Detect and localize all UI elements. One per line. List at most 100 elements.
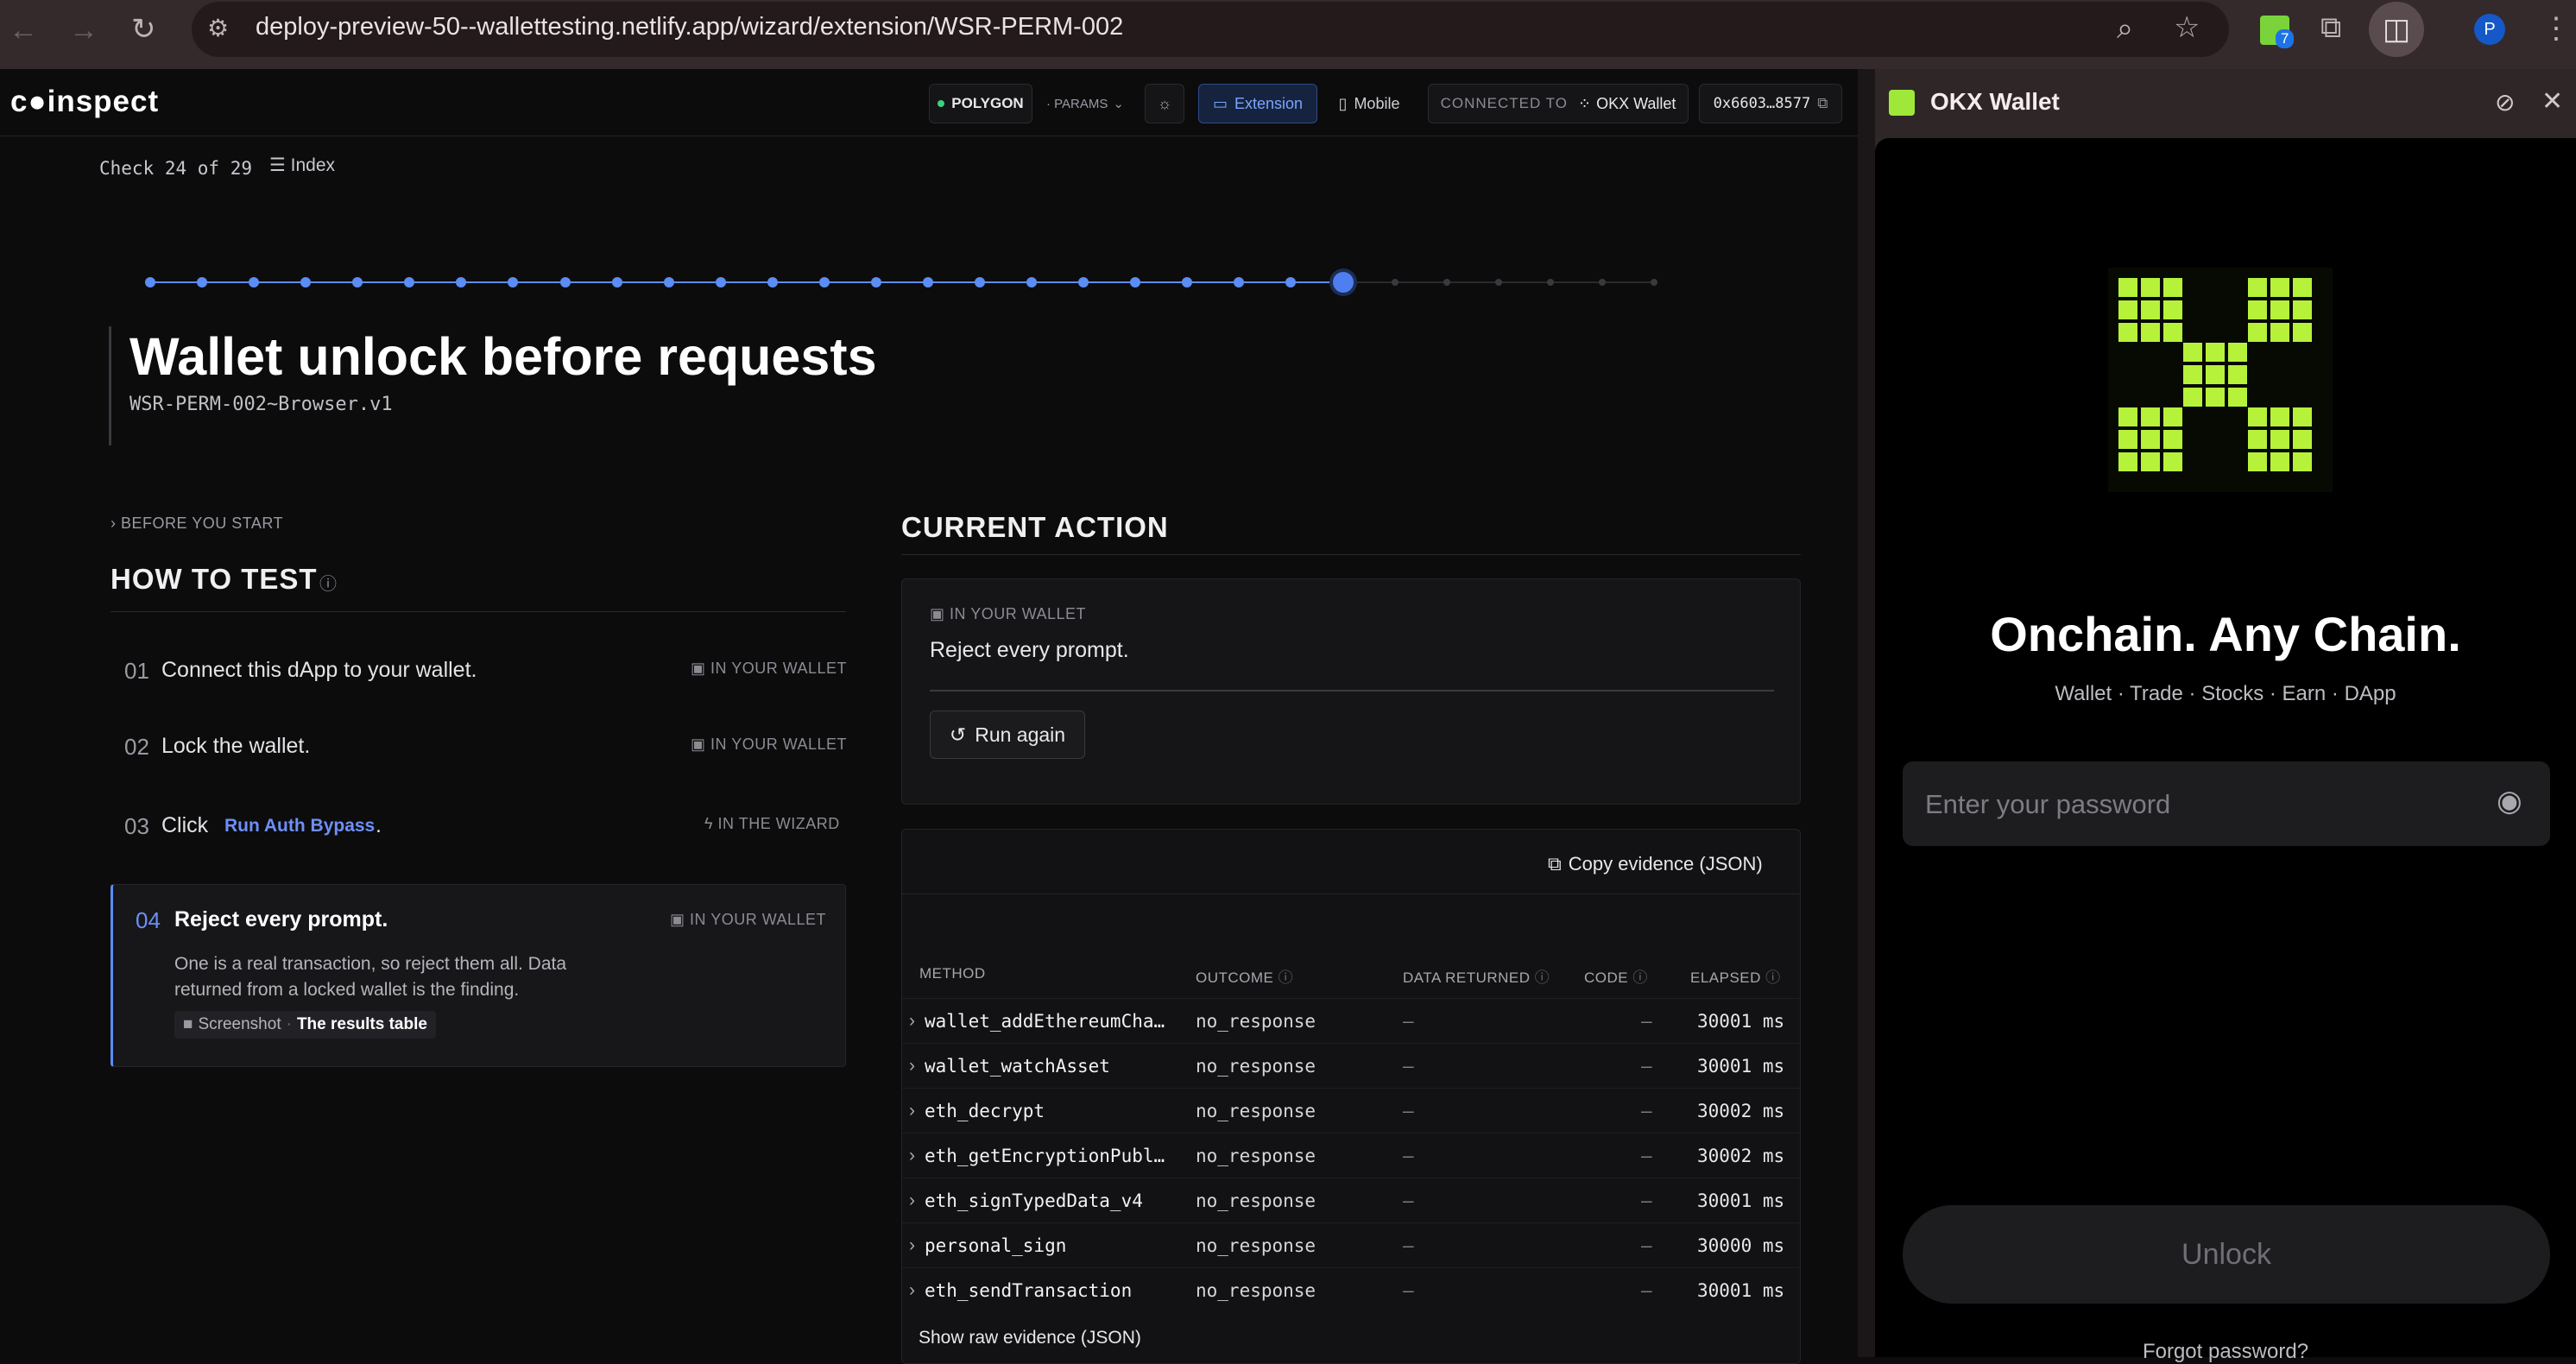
progress-step-dot[interactable]	[1130, 277, 1141, 287]
table-row[interactable]: › wallet_watchAsset no_response – – 30001 ms	[902, 1043, 1800, 1088]
logo-pixel	[2163, 430, 2182, 449]
progress-step-dot[interactable]	[1078, 277, 1089, 287]
bookmark-star-icon[interactable]: ☆	[2174, 13, 2200, 42]
method-cell: wallet_addEthereumCha…	[925, 1011, 1165, 1032]
run-auth-bypass-link[interactable]: Run Auth Bypass	[224, 816, 375, 837]
column-header-data-returned: DATA RETURNED ⓘ	[1403, 969, 1550, 986]
action-location-tag: ▣ IN YOUR WALLET	[930, 605, 1087, 622]
site-settings-icon[interactable]: ⚙	[207, 14, 229, 43]
check-counter: Check 24 of 29	[99, 158, 253, 179]
index-link[interactable]: ☰ Index	[269, 155, 335, 176]
back-icon[interactable]: ←	[9, 16, 38, 45]
progress-step-dot[interactable]	[249, 277, 260, 287]
coinspect-logo[interactable]: c●inspect	[10, 85, 159, 119]
progress-step-dot[interactable]	[1443, 279, 1450, 286]
progress-step-dot[interactable]	[300, 277, 312, 287]
table-row[interactable]: › wallet_addEthereumCha… no_response – – 3000…	[902, 998, 1800, 1043]
progress-step-dot[interactable]	[767, 277, 778, 287]
code-cell: –	[1641, 1190, 1652, 1211]
logo-pixel	[2163, 323, 2182, 342]
method-cell: eth_decrypt	[925, 1101, 1045, 1121]
unlock-button[interactable]: Unlock	[1903, 1205, 2550, 1304]
progress-step-dot[interactable]	[1546, 279, 1554, 286]
logo-pixel	[2270, 300, 2289, 319]
theme-toggle[interactable]: ☼	[1145, 84, 1184, 123]
reload-icon[interactable]: ↻	[131, 15, 156, 44]
wallet-icon: ▣	[670, 911, 691, 928]
phone-icon: ▯	[1338, 94, 1348, 112]
progress-step-dot[interactable]	[1391, 279, 1398, 286]
logo-pixel	[2248, 452, 2267, 471]
address-pill[interactable]: 0x6603…8577 ⧉	[1699, 84, 1842, 123]
okx-glow-logo	[2108, 268, 2333, 492]
forgot-password-link[interactable]: Forgot password?	[1875, 1340, 2576, 1364]
table-row[interactable]: › eth_signTypedData_v4 no_response – – 30001 …	[902, 1178, 1800, 1222]
data-cell: –	[1403, 1011, 1414, 1032]
logo-pixel	[2118, 323, 2137, 342]
progress-step-dot[interactable]	[1026, 277, 1038, 287]
progress-step-dot[interactable]	[611, 277, 622, 287]
progress-step-dot[interactable]	[923, 277, 933, 287]
before-you-start-toggle[interactable]: › BEFORE YOU START	[110, 515, 283, 533]
progress-step-dot[interactable]	[508, 277, 519, 287]
step-number: 04	[136, 907, 161, 933]
wallet-address: 0x6603…8577	[1713, 95, 1811, 112]
url-text[interactable]: deploy-preview-50--wallettesting.netlify…	[256, 13, 1123, 41]
params-dropdown[interactable]: · PARAMS ⌄	[1038, 84, 1133, 123]
progress-step-dot[interactable]	[1332, 272, 1354, 293]
step-location-tag: ▣ IN YOUR WALLET	[670, 911, 827, 928]
forward-icon[interactable]: →	[69, 16, 98, 45]
progress-step-dot[interactable]	[1598, 279, 1606, 286]
current-action-heading: CURRENT ACTION	[901, 511, 1169, 543]
profile-avatar[interactable]: P	[2474, 14, 2505, 45]
progress-step-dot[interactable]	[1494, 279, 1502, 286]
progress-step-dot[interactable]	[1650, 279, 1657, 286]
method-cell: personal_sign	[925, 1235, 1067, 1256]
method-cell: eth_sendTransaction	[925, 1280, 1133, 1301]
close-icon[interactable]: ✕	[2541, 86, 2563, 117]
progress-step-dot[interactable]	[559, 277, 571, 287]
panel-divider[interactable]	[1858, 69, 1875, 1357]
progress-step-dot[interactable]	[404, 277, 415, 287]
show-raw-evidence-link[interactable]: Show raw evidence (JSON)	[919, 1328, 1141, 1348]
table-row[interactable]: › personal_sign no_response – – 30000 ms	[902, 1222, 1800, 1267]
progress-step-dot[interactable]	[145, 277, 155, 287]
table-row[interactable]: › eth_decrypt no_response – – 30002 ms	[902, 1088, 1800, 1133]
table-row[interactable]: › eth_getEncryptionPubl… no_response – – 3000…	[902, 1133, 1800, 1178]
progress-step-dot[interactable]	[715, 277, 726, 287]
extensions-puzzle-icon[interactable]: ⧉	[2320, 13, 2341, 42]
unpin-icon[interactable]: ⊘	[2495, 88, 2515, 117]
progress-step-dot[interactable]	[1182, 277, 1193, 287]
eye-off-icon[interactable]: ◉	[2497, 784, 2522, 818]
camera-icon: ■	[183, 1015, 193, 1033]
password-input[interactable]: Enter your password ◉	[1903, 761, 2550, 846]
progress-step-dot[interactable]	[197, 277, 208, 287]
data-cell: –	[1403, 1146, 1414, 1166]
progress-step-dot[interactable]	[456, 277, 467, 287]
table-row[interactable]: › eth_sendTransaction no_response – – 30001 m…	[902, 1267, 1800, 1312]
side-panel-button[interactable]: ◫	[2369, 2, 2424, 57]
elapsed-cell: 30001 ms	[1697, 1280, 1785, 1301]
zoom-icon[interactable]: ⌕	[2117, 14, 2133, 43]
divider	[930, 690, 1774, 691]
extension-tab[interactable]: ▭ Extension	[1198, 84, 1317, 123]
more-menu-icon[interactable]: ⋮	[2541, 14, 2571, 43]
side-panel-title: OKX Wallet	[1930, 88, 2060, 115]
run-again-button[interactable]: ↺ Run again	[930, 710, 1085, 759]
progress-step-dot[interactable]	[870, 277, 881, 287]
info-icon[interactable]: ⓘ	[319, 570, 337, 595]
progress-step-dot[interactable]	[352, 277, 363, 287]
mobile-tab[interactable]: ▯ Mobile	[1321, 84, 1417, 123]
network-pill[interactable]: POLYGON	[929, 84, 1032, 123]
outcome-cell: no_response	[1196, 1056, 1316, 1077]
progress-step-dot[interactable]	[818, 277, 830, 287]
connection-pill: CONNECTED TO ⁘ OKX Wallet	[1428, 84, 1689, 123]
progress-step-dot[interactable]	[1285, 277, 1297, 287]
step-04-active-card: 04 Reject every prompt. ▣ IN YOUR WALLET…	[110, 884, 846, 1067]
step-text: Lock the wallet.	[161, 734, 311, 758]
progress-step-dot[interactable]	[663, 277, 674, 287]
wallet-subtitle: Wallet · Trade · Stocks · Earn · DApp	[2055, 682, 2396, 705]
progress-step-dot[interactable]	[975, 277, 986, 287]
progress-step-dot[interactable]	[1234, 277, 1245, 287]
copy-evidence-button[interactable]: ⧉ Copy evidence (JSON)	[1548, 847, 1763, 881]
